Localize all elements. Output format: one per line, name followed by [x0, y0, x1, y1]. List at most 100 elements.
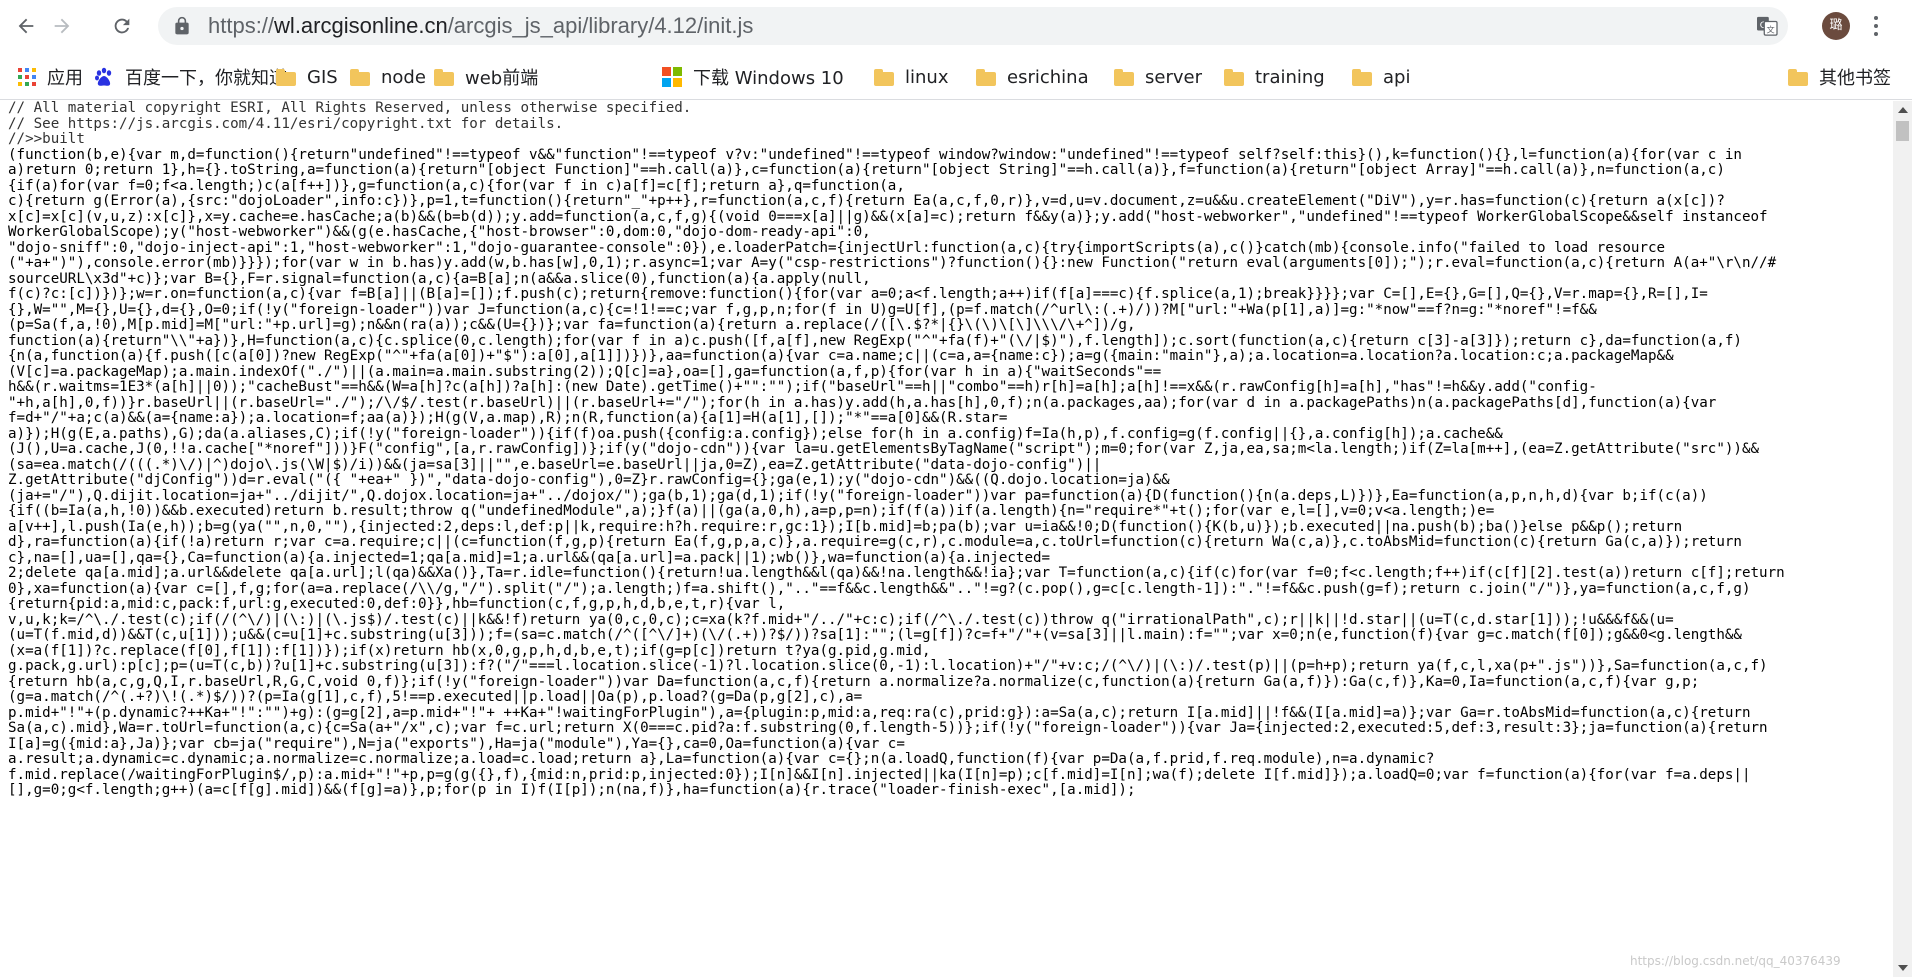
code-line: (sa=ea.match(/(((.*)\/)|^)dojo\.js(\W|$)… — [8, 456, 1102, 473]
code-line: (u=T(f.mid,d))&&T(c,u[1]));u&&(c=u[1]+c.… — [8, 627, 1742, 643]
code-line: function(a){return"\\"+a})},H=function(a… — [8, 332, 1742, 349]
bookmark-folder-linux[interactable]: linux — [874, 64, 948, 90]
code-line: (g=a.match(/^(.+?)\!(.*)$/))?(p=Ia(g[1],… — [8, 689, 863, 705]
code-line: f=d+"/"+a;c(a)&&(a={name:a});a.location=… — [8, 410, 1008, 426]
url-path: /arcgis_js_api/library/4.12/init.js — [447, 13, 754, 38]
code-line: {},W="",M={},U={},d={},O=0;if(!y("foreig… — [8, 301, 1597, 318]
code-line: //>>built — [8, 131, 85, 147]
bookmark-folder-server[interactable]: server — [1114, 64, 1202, 90]
code-line: (p=Sa(f,a,!0),M[p.mid]=M["url:"+p.url]=g… — [8, 317, 1136, 333]
scroll-up-arrow-icon[interactable] — [1898, 107, 1908, 113]
code-line: d},ra=function(a){if(!a)return r;var c=a… — [8, 534, 1742, 550]
code-line: // All material copyright ESRI, All Righ… — [8, 101, 692, 116]
code-line: 2;delete qa[a.mid];a.url&&delete qa[a.ur… — [8, 565, 1785, 581]
watermark: https://blog.csdn.net/qq_40376439 — [1630, 954, 1841, 968]
code-line: (J(),U=a.cache,J(0,!!a.cache["*noref"]))… — [8, 441, 1760, 457]
bookmark-other[interactable]: 其他书签 — [1788, 64, 1891, 90]
code-line: {if(a)for(var f=0;f<a.length;)c(a[f++])}… — [8, 177, 905, 194]
bookmarks-bar: 应用 百度一下，你就知道 GIS node web前端 下载 Windows 1… — [0, 52, 1912, 100]
folder-icon — [1788, 68, 1808, 86]
folder-icon — [874, 68, 894, 86]
code-line: // See https://js.arcgis.com/4.11/esri/c… — [8, 115, 564, 132]
code-line: f(c)?c:[c])})};w=r.on=function(a,c){var … — [8, 286, 1708, 302]
forward-arrow-icon — [54, 18, 70, 34]
svg-text:文: 文 — [1767, 24, 1775, 34]
code-line: "dojo-sniff":0,"dojo-inject-api":1,"host… — [8, 239, 1666, 256]
url-protocol: https:// — [208, 13, 275, 38]
code-line: a.result;a.dynamic=c.dynamic;a.normalize… — [8, 751, 1435, 767]
code-line: (ja+="/"),Q.dijit.location=ja+"../dijit/… — [8, 487, 1708, 504]
code-line: (x=a(f[1])?c.replace(f[0],f[1]):f[1])});… — [8, 642, 931, 659]
code-line: {if((b=Ia(a,h,!0))&&b.executed)return b.… — [8, 503, 1495, 519]
bookmark-folder-api[interactable]: api — [1352, 64, 1410, 90]
code-line: WorkerGlobalScope);y("host-webworker")&&… — [8, 224, 871, 240]
more-vert-icon[interactable] — [1866, 10, 1886, 42]
lock-icon[interactable] — [172, 16, 192, 36]
bookmark-label: 应用 — [47, 68, 83, 89]
url-host: wl.arcgisonline.cn — [274, 13, 448, 38]
bookmark-baidu[interactable]: 百度一下，你就知道 — [94, 64, 287, 90]
code-line: c},na=[],ua=[],qa={},Ca=function(a){a.in… — [8, 549, 1051, 566]
code-line: a)});H(g(E,a.paths),G);da(a.aliases,C);i… — [8, 425, 1503, 442]
bookmark-apps[interactable]: 应用 — [18, 64, 83, 90]
source-code-view[interactable]: // All material copyright ESRI, All Righ… — [0, 101, 1893, 977]
folder-icon — [350, 68, 370, 86]
bookmark-folder-training[interactable]: training — [1224, 64, 1325, 90]
bookmark-label: linux — [905, 66, 949, 88]
code-line: I[a]=g({mid:a},Ja)};var cb=ja("require")… — [8, 735, 905, 752]
folder-icon — [976, 68, 996, 86]
bookmark-label: 其他书签 — [1819, 68, 1891, 89]
bookmark-folder-esrichina[interactable]: esrichina — [976, 64, 1089, 90]
bookmark-label: api — [1383, 66, 1411, 88]
code-line: [],g=0;g<f.length;g++)(a=c[f[g].mid])&&(… — [8, 782, 1136, 798]
scroll-down-arrow-icon[interactable] — [1898, 965, 1908, 971]
bookmark-label: server — [1145, 66, 1202, 88]
bookmark-folder-gis[interactable]: GIS — [276, 64, 338, 90]
bookmark-label: web前端 — [465, 68, 539, 89]
back-arrow-icon — [18, 18, 34, 34]
code-line: "+h,a[h],0,f))}r.baseUrl||(r.baseUrl="./… — [8, 394, 1717, 411]
back-button[interactable] — [8, 8, 44, 44]
bookmark-windows10[interactable]: 下载 Windows 10 — [662, 64, 844, 90]
code-line: {return{pid:a,mid:c,pack:f,url:g,execute… — [8, 596, 786, 612]
code-line: v,u,k;k=/^\./.test(c);if(/(^\/)|(\:)|(\.… — [8, 611, 1674, 628]
bookmark-label: node — [381, 66, 426, 88]
bookmark-folder-node[interactable]: node — [350, 64, 426, 90]
code-line: p.mid+"!"+(p.dynamic?++Ka+"!":"")+g):(g=… — [8, 704, 1751, 721]
bookmark-folder-web[interactable]: web前端 — [434, 64, 538, 90]
bookmark-label: GIS — [307, 66, 338, 88]
code-line: (function(b,e){var m,d=function(){return… — [8, 146, 1742, 163]
forward-button[interactable] — [44, 8, 80, 44]
code-line: Sa(a,c).mid},Wa=r.toUrl=function(a,c){c=… — [8, 720, 1768, 736]
code-line: g.pack,g.url):p[c];p=(u=T(c,b))?u[1]+c.s… — [8, 658, 1768, 674]
folder-icon — [1224, 68, 1244, 86]
code-line: f.mid.replace(/waitingForPlugin$/,p):a.m… — [8, 766, 1751, 783]
bookmark-label: training — [1255, 66, 1325, 88]
code-line: Z.getAttribute("djConfig"))d=r.eval("({ … — [8, 472, 1170, 488]
code-line: {return hb(a,c,g,Q,I,r.baseUrl,R,G,C,voi… — [8, 673, 1700, 690]
baidu-paw-icon — [95, 67, 112, 86]
scrollbar-thumb[interactable] — [1896, 121, 1909, 141]
translate-icon[interactable]: G 文 — [1756, 16, 1778, 36]
url-text[interactable]: https://wl.arcgisonline.cn/arcgis_js_api… — [208, 14, 753, 38]
profile-avatar[interactable]: 璐 — [1822, 12, 1850, 40]
address-bar[interactable]: https://wl.arcgisonline.cn/arcgis_js_api… — [158, 7, 1788, 45]
code-line: x[c]=x[c](v,u,z):x[c]},x=y.cache=e.hasCa… — [8, 208, 1768, 225]
reload-icon — [114, 18, 130, 34]
browser-toolbar: https://wl.arcgisonline.cn/arcgis_js_api… — [0, 0, 1912, 52]
reload-button[interactable] — [104, 8, 140, 44]
folder-icon — [434, 68, 454, 86]
apps-grid-icon — [18, 68, 36, 86]
code-line: {n(a,function(a){f.push([c(a[0])?new Reg… — [8, 348, 1674, 364]
code-line: (V[c]=a.packageMap);a.main.indexOf("./")… — [8, 363, 1162, 380]
folder-icon — [276, 68, 296, 86]
folder-icon — [1114, 68, 1134, 86]
bookmark-label: 百度一下，你就知道 — [125, 68, 287, 89]
code-line: ("+a+")"),console.error(mb)}}});for(var … — [8, 255, 1777, 271]
vertical-scrollbar[interactable] — [1893, 101, 1912, 977]
bookmark-label: esrichina — [1007, 66, 1089, 88]
code-line: a[v++],l.push(Ia(e,h));b=g(ya("",n,0,"")… — [8, 518, 1683, 535]
code-line: sourceURL\x3d"+c)};var B={},F=r.signal=f… — [8, 270, 871, 287]
windows-logo-icon — [662, 67, 682, 87]
code-line: h&&(r.waitms=1E3*(a[h]||0));"cacheBust"=… — [8, 379, 1597, 395]
